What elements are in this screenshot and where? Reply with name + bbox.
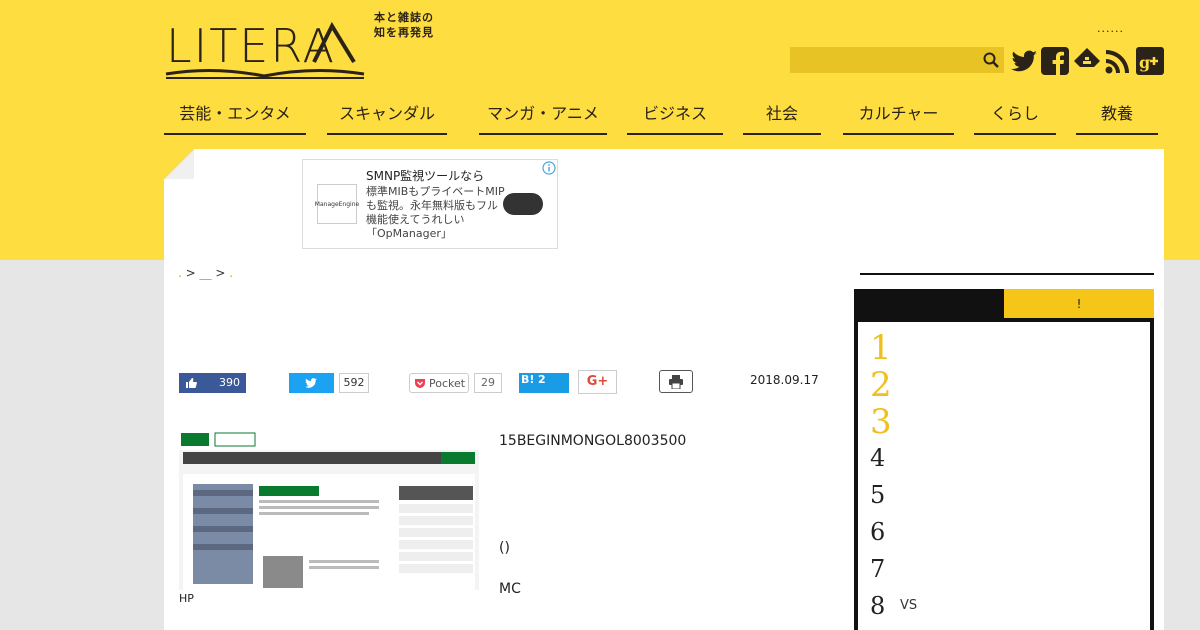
rank-number: 6 bbox=[870, 518, 886, 546]
rank-title[interactable]: VS bbox=[900, 598, 917, 613]
ad-brand-logo: ManageEngine bbox=[315, 184, 359, 224]
twitter-bird-icon bbox=[304, 378, 318, 388]
main-nav: 芸能・エンタメ スキャンダル マンガ・アニメ ビジネス 社会 カルチャー くらし… bbox=[0, 100, 1200, 136]
breadcrumb: . > __ > . bbox=[178, 266, 234, 280]
printer-icon bbox=[669, 375, 683, 389]
breadcrumb-current[interactable]: . bbox=[229, 266, 233, 280]
nav-item-manga-anime[interactable]: マンガ・アニメ bbox=[479, 100, 607, 135]
pocket-button[interactable]: Pocket bbox=[409, 373, 469, 393]
article-image-graphic bbox=[179, 430, 479, 590]
rank-number: 5 bbox=[870, 481, 886, 509]
article-paragraph: MC bbox=[499, 581, 521, 597]
nav-item-lifestyle[interactable]: くらし bbox=[974, 100, 1056, 135]
image-caption: HP bbox=[179, 592, 194, 605]
rank-number: 3 bbox=[870, 402, 892, 442]
nav-item-scandal[interactable]: スキャンダル bbox=[327, 100, 447, 135]
ad-info-icon[interactable] bbox=[542, 161, 556, 175]
corner-fold bbox=[164, 149, 194, 179]
print-button[interactable] bbox=[659, 370, 693, 393]
rank-number: 8 bbox=[870, 592, 886, 620]
ad-title[interactable]: SMNP監視ツールなら bbox=[366, 167, 484, 184]
ranking-tabs: ! bbox=[854, 289, 1154, 319]
sidebar-divider bbox=[860, 273, 1154, 275]
nav-item-education[interactable]: 教養 bbox=[1076, 100, 1158, 135]
twitter-count: 592 bbox=[339, 373, 369, 393]
advertisement[interactable]: ManageEngine SMNP監視ツールなら 標準MIBもプライベートMIP… bbox=[302, 159, 558, 249]
publish-date: 2018.09.17 bbox=[750, 373, 819, 387]
google-plus-share-button[interactable]: G+ bbox=[578, 370, 617, 394]
facebook-icon[interactable] bbox=[1040, 46, 1070, 76]
feedly-icon[interactable] bbox=[1072, 46, 1102, 76]
pocket-count: 29 bbox=[474, 373, 502, 393]
nav-item-culture[interactable]: カルチャー bbox=[843, 100, 954, 135]
breadcrumb-category[interactable]: __ bbox=[200, 266, 212, 280]
nav-item-entertainment[interactable]: 芸能・エンタメ bbox=[164, 100, 306, 135]
ad-cta-button[interactable] bbox=[503, 193, 543, 215]
article-image[interactable] bbox=[179, 430, 479, 590]
pocket-icon bbox=[415, 379, 425, 388]
rank-number: 1 bbox=[870, 328, 892, 368]
site-logo[interactable]: LITERA 本と雑誌の 知を再発見 bbox=[164, 11, 444, 88]
logo-tagline: 本と雑誌の 知を再発見 bbox=[374, 11, 434, 39]
ranking-list: 1 2 3 4 5 6 7 8 VS bbox=[854, 318, 1154, 630]
search-input[interactable] bbox=[790, 47, 980, 73]
logo-wordmark: LITERA bbox=[165, 19, 365, 79]
rank-number: 2 bbox=[870, 365, 892, 405]
google-plus-icon[interactable]: g bbox=[1135, 46, 1165, 76]
article-paragraph: () bbox=[499, 540, 510, 556]
search-icon[interactable] bbox=[982, 51, 1000, 69]
ad-body: 標準MIBもプライベートMIPも監視。永年無料版もフル機能使えてうれしい「OpM… bbox=[366, 185, 505, 240]
nav-item-society[interactable]: 社会 bbox=[743, 100, 821, 135]
thumbs-up-icon bbox=[186, 378, 197, 388]
ranking-tab-other[interactable]: ! bbox=[1004, 289, 1154, 319]
svg-text:g: g bbox=[1139, 53, 1150, 72]
search-box[interactable] bbox=[790, 47, 1004, 73]
twitter-icon[interactable] bbox=[1009, 46, 1039, 76]
header-dots: ...... bbox=[1097, 22, 1124, 35]
logo-text: LITERA bbox=[166, 19, 336, 73]
rank-number: 4 bbox=[870, 444, 886, 472]
nav-item-business[interactable]: ビジネス bbox=[627, 100, 723, 135]
facebook-like-button[interactable]: 390 bbox=[179, 373, 246, 393]
ranking-tab-active[interactable] bbox=[854, 289, 1004, 319]
rss-icon[interactable] bbox=[1103, 46, 1133, 76]
article-paragraph: 15BEGINMONGOL8003500 bbox=[499, 433, 687, 449]
hatena-bookmark-button[interactable]: B! 2 bbox=[519, 373, 569, 393]
rank-number: 7 bbox=[870, 555, 886, 583]
twitter-share-button[interactable] bbox=[289, 373, 334, 393]
